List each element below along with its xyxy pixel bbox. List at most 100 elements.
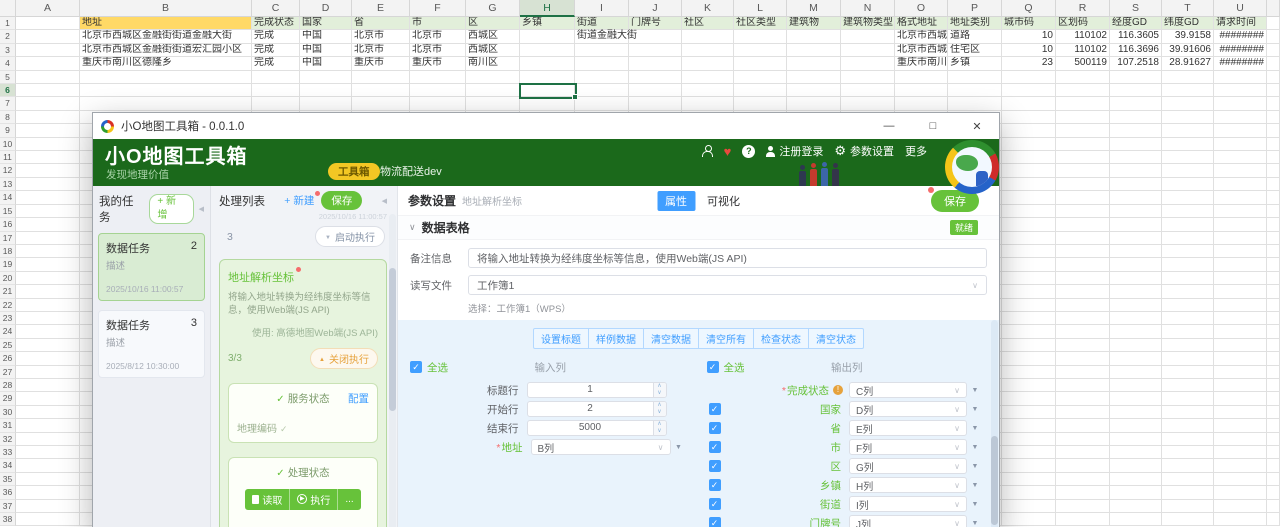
cell-L6[interactable] bbox=[734, 84, 787, 98]
cell-T11[interactable] bbox=[1162, 151, 1214, 165]
cell-K4[interactable] bbox=[682, 57, 734, 71]
cell-F6[interactable] bbox=[410, 84, 466, 98]
col-header-L[interactable]: L bbox=[734, 0, 787, 17]
cell-T36[interactable] bbox=[1162, 486, 1214, 500]
cell-A3[interactable] bbox=[16, 43, 80, 58]
cell-U31[interactable] bbox=[1214, 419, 1267, 433]
row-header-17[interactable]: 17 bbox=[0, 231, 16, 245]
maximize-button[interactable]: □ bbox=[911, 113, 955, 139]
cell-U11[interactable] bbox=[1214, 151, 1267, 165]
cell-D7[interactable] bbox=[300, 97, 352, 111]
cell-R35[interactable] bbox=[1056, 472, 1110, 487]
cell-R10[interactable] bbox=[1056, 137, 1110, 152]
column-select[interactable]: C列 bbox=[849, 382, 967, 398]
cell-T26[interactable] bbox=[1162, 352, 1214, 366]
cell-R23[interactable] bbox=[1056, 311, 1110, 326]
cell-S9[interactable] bbox=[1110, 124, 1162, 138]
cell-F7[interactable] bbox=[410, 97, 466, 111]
cell-S1[interactable]: 经度GD bbox=[1110, 17, 1162, 31]
col-header-H[interactable]: H bbox=[520, 0, 575, 17]
col-header-R[interactable]: R bbox=[1056, 0, 1110, 17]
cell-R20[interactable] bbox=[1056, 271, 1110, 286]
cell-O3[interactable]: 北京市西城区金融街街道宏汇园小区 bbox=[895, 43, 948, 58]
cell-U32[interactable] bbox=[1214, 432, 1267, 446]
row-header-9[interactable]: 9 bbox=[0, 124, 16, 138]
select-all-corner[interactable] bbox=[0, 0, 16, 17]
cell-R30[interactable] bbox=[1056, 405, 1110, 420]
dropdown-caret-icon[interactable] bbox=[967, 463, 983, 470]
cell-Q7[interactable] bbox=[1002, 97, 1056, 111]
cell-L5[interactable] bbox=[734, 70, 787, 85]
more-actions-button[interactable]: ... bbox=[337, 488, 361, 510]
cell-S29[interactable] bbox=[1110, 392, 1162, 406]
process-scrollbar[interactable] bbox=[389, 214, 396, 527]
cell-M2[interactable] bbox=[787, 30, 841, 44]
cell-U22[interactable] bbox=[1214, 298, 1267, 312]
cell-D1[interactable]: 国家 bbox=[300, 17, 352, 31]
col-header-C[interactable]: C bbox=[252, 0, 300, 17]
number-input[interactable]: 1 bbox=[526, 382, 667, 398]
spinner-up-icon[interactable] bbox=[654, 421, 666, 428]
cell-A1[interactable] bbox=[16, 17, 80, 31]
cell-R25[interactable] bbox=[1056, 338, 1110, 353]
cell-I7[interactable] bbox=[575, 97, 629, 111]
cell-R3[interactable]: 110102 bbox=[1056, 43, 1110, 58]
cell-S17[interactable] bbox=[1110, 231, 1162, 245]
cell-B5[interactable] bbox=[80, 70, 252, 85]
cell-T8[interactable] bbox=[1162, 110, 1214, 125]
row-header-23[interactable]: 23 bbox=[0, 311, 16, 326]
cell-U26[interactable] bbox=[1214, 352, 1267, 366]
cell-G4[interactable]: 南川区 bbox=[466, 57, 520, 71]
cell-O4[interactable]: 重庆市南川区德隆乡 bbox=[895, 57, 948, 71]
cell-T32[interactable] bbox=[1162, 432, 1214, 446]
cell-Q4[interactable]: 23 bbox=[1002, 57, 1056, 71]
col-header-E[interactable]: E bbox=[352, 0, 410, 17]
cell-T10[interactable] bbox=[1162, 137, 1214, 152]
cell-R4[interactable]: 500119 bbox=[1056, 57, 1110, 71]
cell-A18[interactable] bbox=[16, 244, 80, 259]
cell-S8[interactable] bbox=[1110, 110, 1162, 125]
cell-P2[interactable]: 道路 bbox=[948, 30, 1002, 44]
row-header-30[interactable]: 30 bbox=[0, 405, 16, 420]
row-header-2[interactable]: 2 bbox=[0, 30, 16, 44]
tab-attributes[interactable]: 属性 bbox=[657, 190, 695, 211]
cell-U14[interactable] bbox=[1214, 191, 1267, 205]
cell-U6[interactable] bbox=[1214, 84, 1267, 98]
task-card[interactable]: 数据任务 2 描述 2025/10/16 11:00:57 bbox=[98, 233, 205, 301]
row-header-3[interactable]: 3 bbox=[0, 43, 16, 58]
cell-A4[interactable] bbox=[16, 57, 80, 71]
cell-U10[interactable] bbox=[1214, 137, 1267, 152]
cell-B1[interactable]: 地址 bbox=[80, 17, 252, 31]
cell-Q8[interactable] bbox=[1002, 110, 1056, 125]
spinner-down-icon[interactable] bbox=[654, 409, 666, 416]
cell-B2[interactable]: 北京市西城区金融街街道金融大街 bbox=[80, 30, 252, 44]
cell-A11[interactable] bbox=[16, 151, 80, 165]
cell-A16[interactable] bbox=[16, 218, 80, 232]
cell-S37[interactable] bbox=[1110, 499, 1162, 514]
cell-T14[interactable] bbox=[1162, 191, 1214, 205]
cell-S35[interactable] bbox=[1110, 472, 1162, 487]
row-header-4[interactable]: 4 bbox=[0, 57, 16, 71]
collapse-middle-icon[interactable] bbox=[382, 197, 387, 205]
cell-I3[interactable] bbox=[575, 43, 629, 58]
cell-R5[interactable] bbox=[1056, 70, 1110, 85]
cell-U5[interactable] bbox=[1214, 70, 1267, 85]
cell-A35[interactable] bbox=[16, 472, 80, 487]
cell-N3[interactable] bbox=[841, 43, 895, 58]
cell-R32[interactable] bbox=[1056, 432, 1110, 446]
cell-Q12[interactable] bbox=[1002, 164, 1056, 178]
cell-B7[interactable] bbox=[80, 97, 252, 111]
cell-L2[interactable] bbox=[734, 30, 787, 44]
collapse-left-icon[interactable] bbox=[199, 205, 204, 213]
cell-Q29[interactable] bbox=[1002, 392, 1056, 406]
cell-T28[interactable] bbox=[1162, 378, 1214, 393]
cell-C3[interactable]: 完成 bbox=[252, 43, 300, 58]
cell-S15[interactable] bbox=[1110, 204, 1162, 219]
cell-K6[interactable] bbox=[682, 84, 734, 98]
cell-Q26[interactable] bbox=[1002, 352, 1056, 366]
cell-U16[interactable] bbox=[1214, 218, 1267, 232]
cell-M1[interactable]: 建筑物 bbox=[787, 17, 841, 31]
row-header-12[interactable]: 12 bbox=[0, 164, 16, 178]
cell-I1[interactable]: 街道 bbox=[575, 17, 629, 31]
cell-A29[interactable] bbox=[16, 392, 80, 406]
